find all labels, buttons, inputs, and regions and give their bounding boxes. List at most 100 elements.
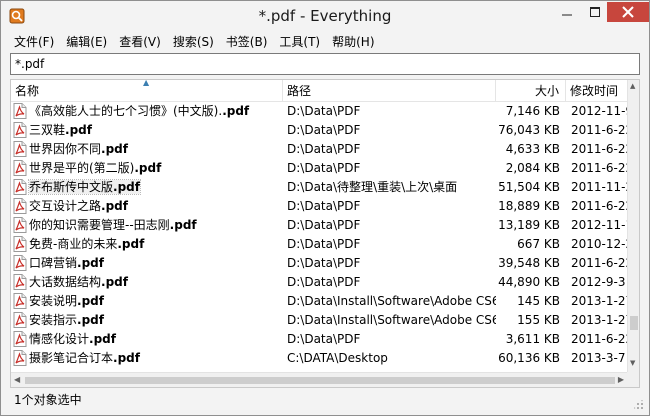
menu-edit[interactable]: 编辑(E) bbox=[60, 32, 113, 52]
file-date: 2010-12-2 bbox=[571, 237, 627, 251]
file-path: D:\Data\PDF bbox=[287, 218, 361, 232]
column-header-size[interactable]: 大小 bbox=[496, 80, 566, 102]
vertical-scrollbar[interactable]: ▲ ▼ bbox=[627, 80, 639, 387]
horizontal-scroll-thumb[interactable] bbox=[25, 377, 615, 384]
column-header-row: 名称 ▲ 路径 大小 修改时间 bbox=[11, 80, 639, 102]
file-path: D:\Data\PDF bbox=[287, 104, 361, 118]
file-size: 2,084 KB bbox=[505, 161, 560, 175]
file-path: D:\Data\PDF bbox=[287, 123, 361, 137]
results-rows: 《高效能人士的七个习惯》(中文版)..pdf D:\Data\PDF 7,146 K… bbox=[11, 102, 627, 368]
file-name-cell[interactable]: 世界是平的(第二版).pdf bbox=[11, 159, 283, 178]
file-name-cell[interactable]: 摄影笔记合订本.pdf bbox=[11, 349, 283, 368]
file-name: 三双鞋.pdf bbox=[29, 123, 92, 137]
table-row[interactable]: 世界是平的(第二版).pdf D:\Data\PDF 2,084 KB 2011-6-… bbox=[11, 159, 627, 178]
column-header-path[interactable]: 路径 bbox=[283, 80, 496, 102]
scroll-right-icon[interactable]: ▶ bbox=[618, 375, 624, 384]
search-input[interactable] bbox=[11, 54, 639, 74]
file-name: 交互设计之路.pdf bbox=[29, 199, 128, 213]
file-size: 76,043 KB bbox=[498, 123, 560, 137]
file-name: 乔布斯传中文版.pdf bbox=[28, 179, 141, 195]
file-path: D:\Data\Install\Software\Adobe CS6 bbox=[287, 294, 496, 308]
menu-bar: 文件(F) 编辑(E) 查看(V) 搜索(S) 书签(B) 工具(T) 帮助(H… bbox=[2, 32, 648, 52]
scroll-left-icon[interactable]: ◀ bbox=[14, 375, 20, 384]
table-row[interactable]: 三双鞋.pdf D:\Data\PDF 76,043 KB 2011-6-22 bbox=[11, 121, 627, 140]
file-date: 2011-6-22 bbox=[571, 332, 627, 346]
file-path: D:\Data\PDF bbox=[287, 142, 361, 156]
table-row[interactable]: 安装指示.pdf D:\Data\Install\Software\Adobe C… bbox=[11, 311, 627, 330]
maximize-icon bbox=[589, 7, 600, 17]
pdf-file-icon bbox=[13, 274, 27, 290]
file-size: 4,633 KB bbox=[505, 142, 560, 156]
table-row[interactable]: 你的知识需要管理--田志刚.pdf D:\Data\PDF 13,189 KB 201… bbox=[11, 216, 627, 235]
pdf-file-icon bbox=[13, 160, 27, 176]
file-size: 667 KB bbox=[517, 237, 560, 251]
file-name-cell[interactable]: 安装说明.pdf bbox=[11, 292, 283, 311]
file-name-cell[interactable]: 免费-商业的未来.pdf bbox=[11, 235, 283, 254]
close-icon bbox=[622, 6, 634, 18]
file-size: 60,136 KB bbox=[498, 351, 560, 365]
file-name-cell[interactable]: 情感化设计.pdf bbox=[11, 330, 283, 349]
file-name-cell[interactable]: 乔布斯传中文版.pdf bbox=[11, 178, 283, 197]
column-header-date[interactable]: 修改时间 bbox=[566, 80, 626, 102]
file-name: 大话数据结构.pdf bbox=[29, 275, 128, 289]
scrollbar-corner bbox=[627, 372, 639, 387]
pdf-file-icon bbox=[13, 179, 27, 195]
file-name-cell[interactable]: 你的知识需要管理--田志刚.pdf bbox=[11, 216, 283, 235]
file-date: 2013-1-27 bbox=[571, 313, 627, 327]
file-date: 2012-11-1 bbox=[571, 218, 627, 232]
table-row[interactable]: 乔布斯传中文版.pdf D:\Data\待整理\重装\上次\桌面 51,504 KB… bbox=[11, 178, 627, 197]
maximize-button[interactable] bbox=[581, 2, 608, 22]
table-row[interactable]: 安装说明.pdf D:\Data\Install\Software\Adobe C… bbox=[11, 292, 627, 311]
file-date: 2011-6-22 bbox=[571, 142, 627, 156]
menu-search[interactable]: 搜索(S) bbox=[167, 32, 220, 52]
menu-help[interactable]: 帮助(H) bbox=[326, 32, 380, 52]
file-name: 世界因你不同.pdf bbox=[29, 142, 128, 156]
table-row[interactable]: 摄影笔记合订本.pdf C:\DATA\Desktop 60,136 KB 2013-… bbox=[11, 349, 627, 368]
scroll-down-icon[interactable]: ▼ bbox=[630, 359, 635, 367]
sort-ascending-icon: ▲ bbox=[143, 79, 150, 87]
file-date: 2012-11-9 bbox=[571, 104, 627, 118]
file-name-cell[interactable]: 世界因你不同.pdf bbox=[11, 140, 283, 159]
file-path: D:\Data\Install\Software\Adobe CS6 bbox=[287, 313, 496, 327]
file-path: D:\Data\PDF bbox=[287, 275, 361, 289]
table-row[interactable]: 大话数据结构.pdf D:\Data\PDF 44,890 KB 2012-9-3 bbox=[11, 273, 627, 292]
horizontal-scrollbar[interactable]: ◀ ▶ bbox=[11, 372, 627, 387]
status-bar: 1个对象选中 bbox=[2, 390, 648, 414]
menu-bookmarks[interactable]: 书签(B) bbox=[220, 32, 274, 52]
table-row[interactable]: 情感化设计.pdf D:\Data\PDF 3,611 KB 2011-6-22 bbox=[11, 330, 627, 349]
file-name-cell[interactable]: 安装指示.pdf bbox=[11, 311, 283, 330]
file-name-cell[interactable]: 三双鞋.pdf bbox=[11, 121, 283, 140]
pdf-file-icon bbox=[13, 331, 27, 347]
resize-grip-icon[interactable] bbox=[634, 400, 644, 410]
table-row[interactable]: 《高效能人士的七个习惯》(中文版)..pdf D:\Data\PDF 7,146 K… bbox=[11, 102, 627, 121]
scroll-up-icon[interactable]: ▲ bbox=[630, 82, 635, 90]
file-size: 145 KB bbox=[517, 294, 560, 308]
menu-view[interactable]: 查看(V) bbox=[113, 32, 167, 52]
pdf-file-icon bbox=[13, 255, 27, 271]
vertical-scroll-thumb[interactable] bbox=[630, 316, 638, 330]
table-row[interactable]: 世界因你不同.pdf D:\Data\PDF 4,633 KB 2011-6-22 bbox=[11, 140, 627, 159]
file-date: 2012-9-3 bbox=[571, 275, 626, 289]
file-name-cell[interactable]: 交互设计之路.pdf bbox=[11, 197, 283, 216]
table-row[interactable]: 交互设计之路.pdf D:\Data\PDF 18,889 KB 2011-6-22 bbox=[11, 197, 627, 216]
file-size: 18,889 KB bbox=[498, 199, 560, 213]
file-name: 口碑营销.pdf bbox=[29, 256, 104, 270]
minimize-button[interactable] bbox=[553, 2, 580, 22]
pdf-file-icon bbox=[13, 236, 27, 252]
menu-file[interactable]: 文件(F) bbox=[2, 32, 60, 52]
file-name-cell[interactable]: 口碑营销.pdf bbox=[11, 254, 283, 273]
file-date: 2013-1-27 bbox=[571, 294, 627, 308]
pdf-file-icon bbox=[13, 217, 27, 233]
menu-tools[interactable]: 工具(T) bbox=[273, 32, 326, 52]
table-row[interactable]: 口碑营销.pdf D:\Data\PDF 39,548 KB 2011-6-22 bbox=[11, 254, 627, 273]
pdf-file-icon bbox=[13, 350, 27, 366]
app-window: *.pdf - Everything 文件(F) 编辑(E) 查看(V) 搜索(… bbox=[0, 0, 650, 416]
minimize-icon bbox=[561, 14, 572, 16]
title-bar[interactable]: *.pdf - Everything bbox=[1, 1, 649, 32]
search-box[interactable] bbox=[10, 53, 640, 75]
file-name-cell[interactable]: 《高效能人士的七个习惯》(中文版)..pdf bbox=[11, 102, 283, 121]
file-name-cell[interactable]: 大话数据结构.pdf bbox=[11, 273, 283, 292]
close-button[interactable] bbox=[607, 2, 649, 22]
pdf-file-icon bbox=[13, 141, 27, 157]
table-row[interactable]: 免费-商业的未来.pdf D:\Data\PDF 667 KB 2010-12-2 bbox=[11, 235, 627, 254]
